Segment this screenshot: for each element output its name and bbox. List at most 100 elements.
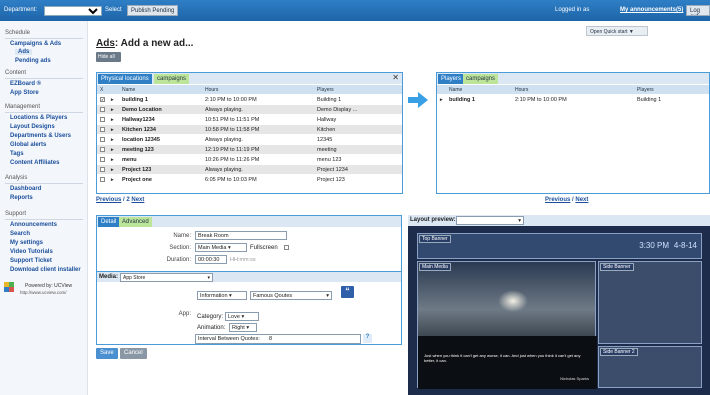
sidebar-item-dashboard[interactable]: Dashboard xyxy=(10,186,41,192)
table-row[interactable]: ▸ Hallway1234 10:51 PM to 11:51 PM Hallway xyxy=(97,115,402,124)
ads-breadcrumb-link[interactable]: Ads xyxy=(96,38,115,49)
media-bar: Media: App Store ▾ xyxy=(97,271,401,282)
app-name-select[interactable]: Famous Qoutes ▾ xyxy=(250,291,332,300)
tab-players[interactable]: Players xyxy=(438,74,465,84)
row-hours: Always playing. xyxy=(205,136,243,143)
layout-preview-select[interactable]: ▾ xyxy=(456,216,524,225)
sidebar-item-support-ticket[interactable]: Support Ticket xyxy=(10,258,52,264)
sidebar-item-download-installer[interactable]: Download client installer xyxy=(10,267,81,273)
sidebar-item-pending-ads[interactable]: Pending ads xyxy=(15,58,51,64)
publish-pending-button[interactable]: Publish Pending xyxy=(127,5,179,16)
sidebar-item-search[interactable]: Search xyxy=(10,231,30,237)
row-name: Hallway1234 xyxy=(122,116,155,123)
pager-prev-link[interactable]: Previous xyxy=(96,197,121,203)
interval-field[interactable]: 8 xyxy=(269,336,272,342)
sidebar-item-departments-users[interactable]: Departments & Users xyxy=(10,133,71,139)
table-row[interactable]: ▸ Project 123 Always playing. Project 1234 xyxy=(97,165,402,174)
expand-arrow-icon[interactable]: ▸ xyxy=(111,117,114,123)
row-checkbox[interactable] xyxy=(100,166,105,172)
close-icon[interactable]: ✕ xyxy=(392,73,399,82)
cancel-button[interactable]: Cancel xyxy=(120,348,147,359)
help-icon[interactable]: ? xyxy=(363,334,372,343)
col-hours[interactable]: Hours xyxy=(515,87,528,93)
row-checkbox[interactable] xyxy=(100,116,105,122)
add-arrow-icon[interactable] xyxy=(408,92,428,108)
app-type-select[interactable]: Information ▾ xyxy=(197,291,247,300)
main-media-zone[interactable]: Main Media Just when you think it can't … xyxy=(417,261,597,389)
name-field[interactable]: Break Room xyxy=(195,231,287,240)
quick-start-button[interactable]: Open Quick start ▼ xyxy=(586,26,648,36)
expand-arrow-icon[interactable]: ▸ xyxy=(111,157,114,163)
save-button[interactable]: Save xyxy=(96,348,118,359)
sidebar-item-tags[interactable]: Tags xyxy=(10,151,24,157)
duration-field[interactable]: 00:00:30 xyxy=(195,255,227,264)
row-checkbox[interactable] xyxy=(100,136,105,142)
sidebar-item-reports[interactable]: Reports xyxy=(10,195,33,201)
sidebar-item-app-store[interactable]: App Store xyxy=(10,90,39,96)
row-players: Hallway xyxy=(317,116,337,123)
expand-arrow-icon[interactable]: ▸ xyxy=(440,97,443,103)
sidebar-section-analysis: Analysis xyxy=(5,175,28,181)
table-row[interactable]: ✓ ▸ building 1 2:10 PM to 10:00 PM Building … xyxy=(97,95,402,104)
fullscreen-checkbox[interactable] xyxy=(284,245,289,250)
row-checkbox[interactable] xyxy=(100,126,105,132)
tab-physical-locations[interactable]: Physical locations xyxy=(98,74,152,84)
section-select[interactable]: Main Media ▾ xyxy=(195,243,247,252)
sidebar-item-my-settings[interactable]: My settings xyxy=(10,240,43,246)
select-link[interactable]: Select xyxy=(105,7,122,13)
tab-campaigns[interactable]: campaigns xyxy=(154,74,190,84)
col-hours[interactable]: Hours xyxy=(205,87,218,93)
sidebar-item-global-alerts[interactable]: Global alerts xyxy=(10,142,46,148)
side-banner-2-zone[interactable]: Side Banner 2 xyxy=(598,346,702,388)
row-checkbox[interactable] xyxy=(100,106,105,112)
row-checkbox[interactable] xyxy=(100,146,105,152)
row-checkbox[interactable]: ✓ xyxy=(100,96,105,102)
expand-arrow-icon[interactable]: ▸ xyxy=(111,127,114,133)
expand-arrow-icon[interactable]: ▸ xyxy=(111,107,114,113)
department-select[interactable] xyxy=(44,6,102,16)
animation-select[interactable]: Right ▾ xyxy=(229,323,257,332)
expand-arrow-icon[interactable]: ▸ xyxy=(111,167,114,173)
hide-all-button[interactable]: Hide all xyxy=(96,52,121,62)
tab-detail[interactable]: Detail xyxy=(98,217,120,227)
sidebar-item-content-affiliates[interactable]: Content Affiliates xyxy=(10,160,59,166)
preview-date: 4-8-14 xyxy=(673,241,697,250)
sidebar-item-locations-players[interactable]: Locations & Players xyxy=(10,115,67,121)
expand-arrow-icon[interactable]: ▸ xyxy=(111,97,114,103)
table-row[interactable]: ▸ Demo Location Always playing. Demo Displa… xyxy=(97,105,402,114)
table-row[interactable]: ▸ Project one 6:05 PM to 10:03 PM Project 1… xyxy=(97,175,402,184)
table-row[interactable]: ▸ Kitchen 1234 10:58 PM to 11:58 PM Kitchen xyxy=(97,125,402,134)
table-row[interactable]: ▸ meeting 123 12:19 PM to 11:19 PM meeting xyxy=(97,145,402,154)
col-name[interactable]: Name xyxy=(449,87,462,93)
media-select[interactable]: App Store ▾ xyxy=(120,273,213,282)
expand-arrow-icon[interactable]: ▸ xyxy=(111,137,114,143)
col-players[interactable]: Players xyxy=(637,87,654,93)
expand-arrow-icon[interactable]: ▸ xyxy=(111,147,114,153)
name-label: Name: xyxy=(173,233,191,239)
table-row[interactable]: ▸ menu 10:26 PM to 11:26 PM menu 123 xyxy=(97,155,402,164)
expand-arrow-icon[interactable]: ▸ xyxy=(111,177,114,183)
sidebar-item-ads[interactable]: Ads xyxy=(15,49,33,55)
col-players[interactable]: Players xyxy=(317,87,334,93)
sidebar-item-announcements[interactable]: Announcements xyxy=(10,222,57,228)
announcements-link[interactable]: My announcements(5) xyxy=(620,7,683,13)
sidebar-item-ezboard[interactable]: EZBoard ® xyxy=(10,81,41,87)
table-row[interactable]: ▸ location 12345 Always playing. 12345 xyxy=(97,135,402,144)
row-checkbox[interactable] xyxy=(100,176,105,182)
tab-selected-campaigns[interactable]: campaigns xyxy=(463,74,499,84)
top-banner-zone[interactable]: Top Banner 3:30 PM 4-8-14 xyxy=(417,233,702,259)
category-select[interactable]: Love ▾ xyxy=(225,312,259,321)
sidebar-item-campaigns-ads[interactable]: Campaigns & Ads xyxy=(10,41,61,47)
table-row[interactable]: ▸ building 1 2:10 PM to 10:00 PM Building 1 xyxy=(437,95,709,104)
row-checkbox[interactable] xyxy=(100,156,105,162)
sidebar-item-layout-designs[interactable]: Layout Designs xyxy=(10,124,55,130)
row-players: Project 1234 xyxy=(317,166,348,173)
pager-next-link[interactable]: Next xyxy=(575,197,588,203)
pager-next-link[interactable]: Next xyxy=(131,197,144,203)
side-banner-zone[interactable]: Side Banner xyxy=(598,261,702,344)
sidebar-item-video-tutorials[interactable]: Video Tutorials xyxy=(10,249,53,255)
tab-advanced[interactable]: Advanced xyxy=(119,217,152,227)
col-name[interactable]: Name xyxy=(122,87,135,93)
logout-button[interactable]: Log out xyxy=(686,5,710,16)
pager-prev-link[interactable]: Previous xyxy=(545,197,570,203)
